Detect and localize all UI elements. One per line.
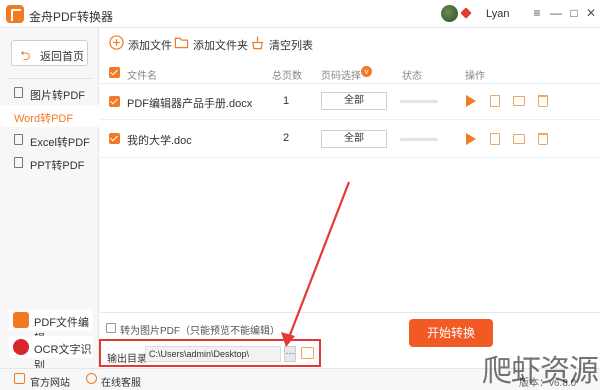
trash-icon[interactable] — [538, 133, 548, 145]
sidebar-item-excel-to-pdf[interactable]: Excel转PDF — [0, 129, 99, 151]
ppt-file-icon — [14, 157, 23, 168]
start-convert-button[interactable]: 开始转换 — [409, 319, 493, 347]
customer-service-icon — [86, 373, 97, 384]
add-file-label: 添加文件 — [128, 40, 172, 52]
website-icon — [14, 373, 25, 384]
add-file-button[interactable]: 添加文件 — [109, 34, 172, 52]
output-path-field[interactable]: C:\Users\admin\Desktop\ — [145, 346, 281, 362]
play-icon[interactable] — [466, 95, 476, 107]
row-pages: 1 — [283, 95, 290, 107]
user-avatar[interactable] — [441, 5, 458, 22]
row-filename: PDF编辑器产品手册.docx — [127, 98, 253, 110]
status-progress-bar — [400, 100, 438, 103]
header-action: 操作 — [465, 71, 485, 82]
header-filename: 文件名 — [127, 71, 157, 82]
sidebar-item-label: PPT转PDF — [30, 160, 85, 172]
sidebar-item-label: Excel转PDF — [30, 137, 90, 149]
page-range-select[interactable]: 全部 — [321, 92, 387, 110]
folder-add-icon — [174, 37, 189, 49]
sidebar-item-label: 图片转PDF — [30, 90, 85, 102]
header-pages: 总页数 — [272, 71, 302, 82]
pdf-edit-tool-button[interactable]: PDF文件编辑 — [9, 309, 93, 345]
open-folder-icon[interactable] — [301, 347, 314, 359]
title-bar: 金舟PDF转换器 Lyan ≡ — □ ✕ — [0, 0, 600, 28]
app-logo-icon — [6, 5, 24, 23]
clear-list-label: 清空列表 — [269, 40, 313, 52]
ocr-tool-button[interactable]: OCR文字识别 — [9, 336, 93, 372]
clear-list-button[interactable]: 清空列表 — [250, 34, 313, 52]
sidebar-item-ppt-to-pdf[interactable]: PPT转PDF — [0, 152, 99, 174]
row-pages: 2 — [283, 132, 290, 144]
toolbar: 添加文件 添加文件夹 清空列表 — [100, 28, 600, 58]
range-info-icon[interactable]: v — [361, 66, 372, 77]
sidebar: ⮌ 返回首页 图片转PDF Word转PDF Excel转PDF PPT转PDF… — [0, 28, 99, 372]
select-all-checkbox[interactable] — [109, 67, 120, 78]
add-file-icon — [109, 35, 124, 50]
play-icon[interactable] — [466, 133, 476, 145]
document-icon[interactable] — [490, 133, 500, 145]
trash-icon[interactable] — [538, 95, 548, 107]
close-icon[interactable]: ✕ — [583, 5, 599, 21]
image-pdf-label: 转为图片PDF（只能预览不能编辑） — [120, 326, 280, 337]
header-status: 状态 — [402, 71, 422, 82]
username[interactable]: Lyan — [486, 8, 509, 20]
folder-icon[interactable] — [513, 134, 525, 144]
image-file-icon — [14, 87, 23, 98]
home-button-label: 返回首页 — [40, 51, 84, 63]
row-checkbox[interactable] — [109, 96, 120, 107]
row-checkbox[interactable] — [109, 133, 120, 144]
row-filename: 我的大学.doc — [127, 135, 192, 147]
table-header: 文件名 总页数 页码选择 v 状态 操作 — [100, 62, 600, 84]
table-row[interactable]: PDF编辑器产品手册.docx 1 全部 — [100, 84, 600, 120]
vip-badge-icon — [460, 7, 472, 19]
service-link[interactable]: 在线客服 — [101, 374, 141, 389]
excel-file-icon — [14, 134, 23, 145]
ocr-eye-icon — [13, 339, 29, 355]
watermark-text: 爬虾资源 — [482, 354, 599, 389]
sidebar-item-word-to-pdf[interactable]: Word转PDF — [0, 105, 99, 127]
add-folder-label: 添加文件夹 — [193, 40, 248, 52]
maximize-icon[interactable]: □ — [566, 5, 582, 21]
header-range: 页码选择 — [321, 71, 361, 82]
browse-button[interactable]: ··· — [284, 346, 296, 362]
app-title: 金舟PDF转换器 — [29, 10, 114, 24]
page-range-select[interactable]: 全部 — [321, 130, 387, 148]
sidebar-divider — [8, 78, 92, 79]
table-row[interactable]: 我的大学.doc 2 全部 — [100, 120, 600, 158]
add-folder-button[interactable]: 添加文件夹 — [174, 34, 248, 52]
website-link[interactable]: 官方网站 — [30, 374, 70, 389]
broom-icon — [252, 36, 263, 50]
home-button[interactable]: ⮌ 返回首页 — [11, 40, 88, 66]
back-arrow-icon: ⮌ — [20, 48, 31, 63]
minimize-icon[interactable]: — — [548, 5, 564, 21]
sidebar-item-label: Word转PDF — [14, 113, 74, 125]
image-pdf-checkbox[interactable] — [106, 323, 116, 333]
folder-icon[interactable] — [513, 96, 525, 106]
pdf-edit-icon — [13, 312, 29, 328]
sidebar-item-image-to-pdf[interactable]: 图片转PDF — [0, 82, 99, 104]
status-progress-bar — [400, 138, 438, 141]
document-icon[interactable] — [490, 95, 500, 107]
menu-icon[interactable]: ≡ — [529, 5, 545, 21]
output-directory-highlight: 输出目录： C:\Users\admin\Desktop\ ··· — [99, 339, 321, 367]
